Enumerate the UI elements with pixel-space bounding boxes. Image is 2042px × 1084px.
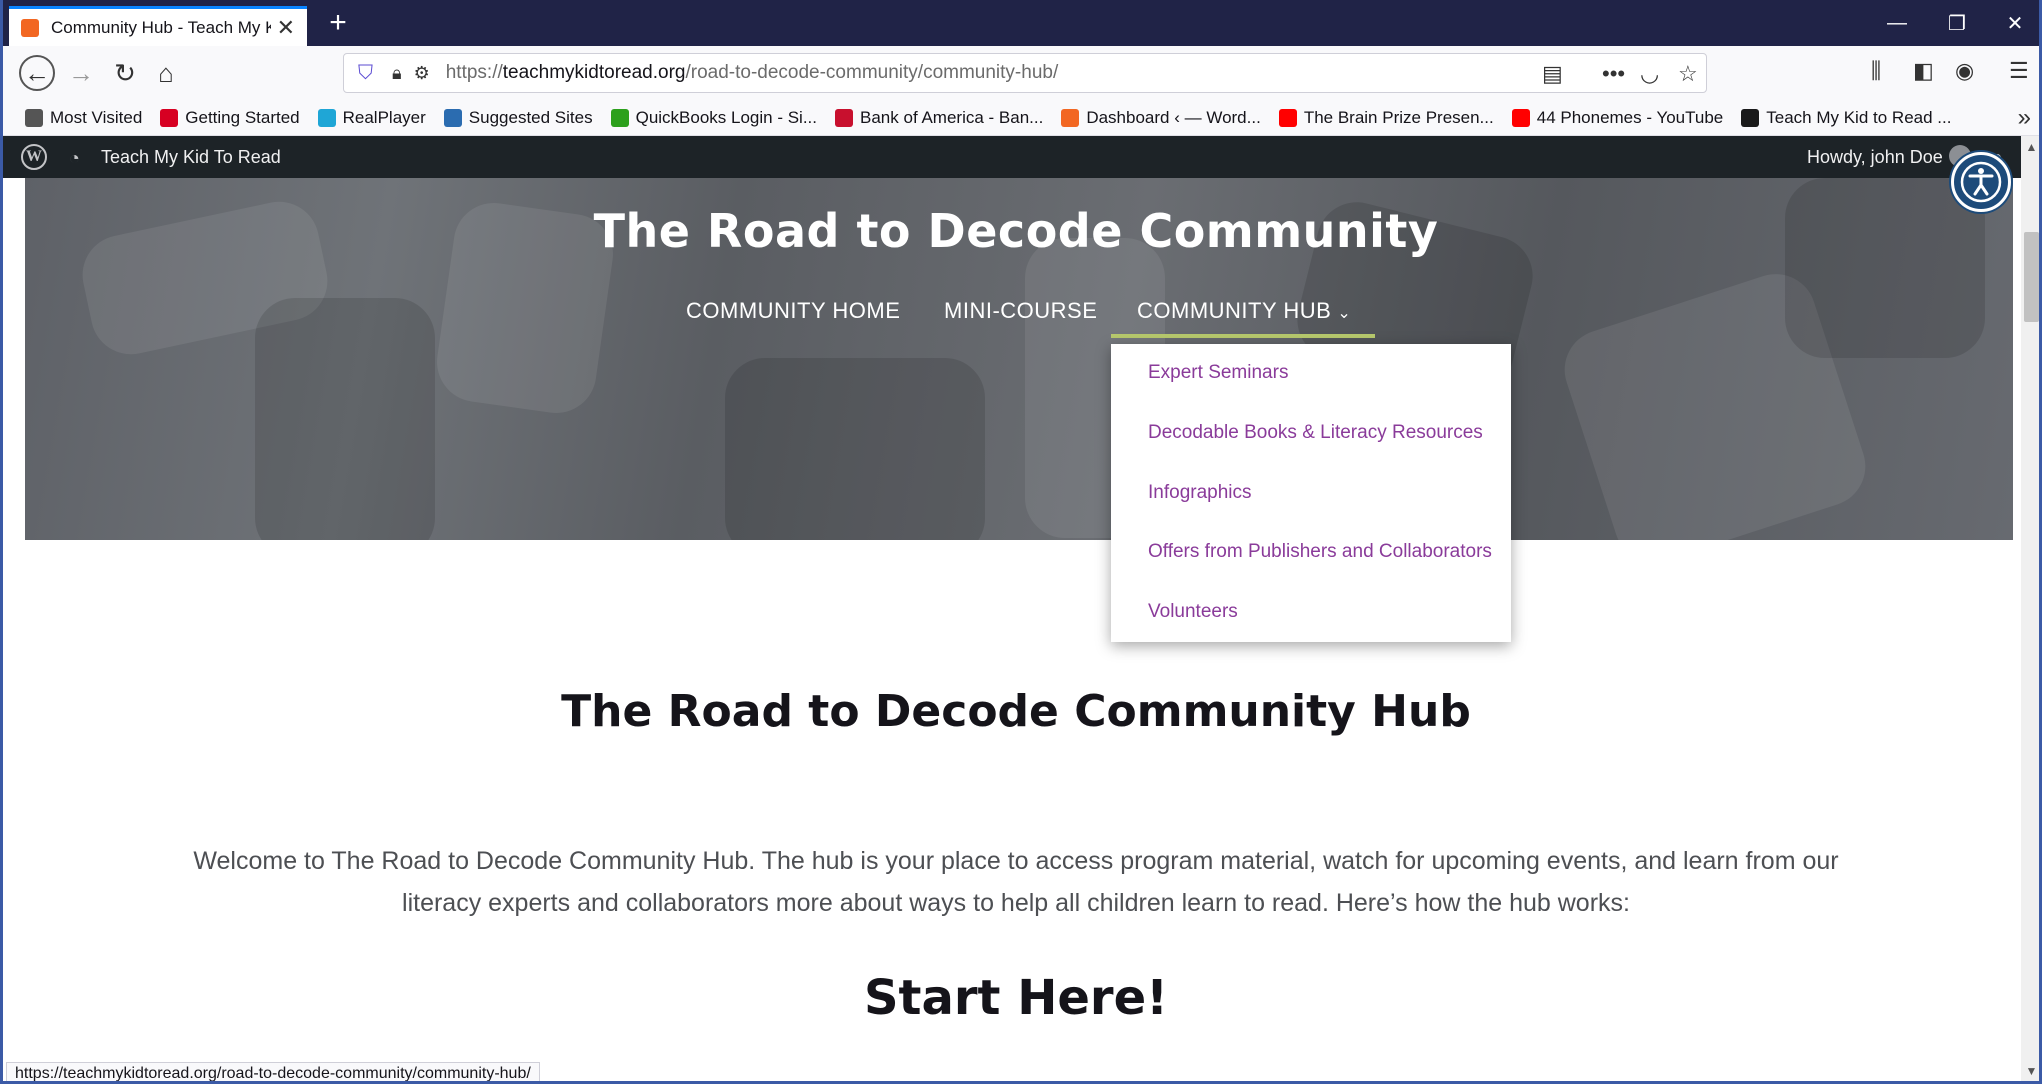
- ie-icon: [443, 108, 462, 127]
- scroll-up-icon[interactable]: ▲: [2021, 140, 2039, 154]
- quickbooks-icon: [610, 108, 629, 127]
- bookmark-item[interactable]: Teach My Kid to Read ...: [1741, 108, 1951, 128]
- nav-mini-course[interactable]: MINI-COURSE: [944, 298, 1097, 324]
- scroll-down-icon[interactable]: ▼: [2021, 1064, 2039, 1078]
- firefox-icon: [160, 108, 179, 127]
- account-icon[interactable]: ◉: [1955, 58, 1974, 84]
- bookmark-star-icon[interactable]: ☆: [1678, 61, 1698, 87]
- chevron-down-icon: ⌄: [1337, 305, 1352, 322]
- page-content: The Road to Decode Community COMMUNITY H…: [11, 178, 2021, 1081]
- gear-icon: [25, 108, 43, 127]
- dropdown-item-volunteers[interactable]: Volunteers: [1148, 601, 1238, 623]
- minimize-icon[interactable]: —: [1867, 0, 1927, 46]
- restore-icon[interactable]: ❐: [1927, 0, 1987, 46]
- bookmark-item[interactable]: Most Visited: [25, 108, 142, 128]
- bookmark-label: Bank of America - Ban...: [860, 107, 1044, 127]
- bookmark-item[interactable]: Getting Started: [160, 107, 300, 128]
- accessibility-widget-icon[interactable]: [1951, 152, 2011, 212]
- bofa-icon: [835, 108, 854, 127]
- bookmark-label: Dashboard ‹ — Word...: [1086, 107, 1261, 127]
- youtube-icon: [1278, 108, 1297, 127]
- dashboard-icon[interactable]: ◔: [69, 148, 80, 169]
- reader-view-icon[interactable]: ▤: [1542, 61, 1563, 87]
- dropdown-item-offers[interactable]: Offers from Publishers and Collaborators: [1148, 541, 1492, 563]
- sidebar-icon[interactable]: ◧: [1913, 58, 1934, 84]
- wp-admin-bar: W ◔ Teach My Kid To Read Howdy, john Doe…: [3, 136, 2039, 178]
- bookmark-label: The Brain Prize Presen...: [1303, 107, 1494, 127]
- bookmarks-overflow-icon[interactable]: »: [2018, 104, 2031, 132]
- bookmark-item[interactable]: Suggested Sites: [443, 107, 593, 128]
- url-text[interactable]: https://teachmykidtoread.org/road-to-dec…: [446, 62, 1059, 84]
- scrollbar-thumb[interactable]: [2024, 232, 2039, 322]
- dropdown-item-infographics[interactable]: Infographics: [1148, 482, 1252, 504]
- page-actions-icon[interactable]: •••: [1602, 61, 1625, 87]
- tab-title: Community Hub - Teach My Kid: [51, 17, 271, 37]
- lock-icon[interactable]: 🔒︎: [392, 63, 402, 84]
- menu-icon[interactable]: ☰: [2009, 58, 2029, 84]
- bookmark-item[interactable]: QuickBooks Login - Si...: [610, 107, 818, 128]
- site-favicon-icon: [21, 18, 39, 37]
- bookmark-label: Most Visited: [50, 107, 143, 127]
- dropdown-item-expert-seminars[interactable]: Expert Seminars: [1148, 362, 1288, 384]
- status-url: https://teachmykidtoread.org/road-to-dec…: [6, 1062, 540, 1081]
- bookmark-label: RealPlayer: [342, 107, 426, 127]
- navigation-toolbar: ← → ↻ ⌂ ⛉ 🔒︎ ⚙ https://teachmykidtoread.…: [3, 46, 2039, 100]
- pocket-icon[interactable]: ◡: [1640, 61, 1659, 87]
- youtube-icon: [1511, 108, 1530, 127]
- wordpress-logo-icon[interactable]: W: [21, 144, 47, 170]
- page-scrollbar[interactable]: ▲ ▼: [2021, 136, 2039, 1081]
- permissions-icon[interactable]: ⚙: [414, 63, 430, 84]
- tab-community-hub[interactable]: Community Hub - Teach My Kid ✕: [9, 6, 307, 46]
- back-button[interactable]: ←: [19, 55, 55, 91]
- dropdown-item-decodable-books[interactable]: Decodable Books & Literacy Resources: [1148, 422, 1483, 444]
- url-bar[interactable]: ⛉ 🔒︎ ⚙ https://teachmykidtoread.org/road…: [343, 53, 1707, 93]
- site-icon: [1741, 108, 1760, 127]
- admin-site-name[interactable]: Teach My Kid To Read: [101, 147, 281, 168]
- browser-window: Community Hub - Teach My Kid ✕ + — ❐ ✕ ←…: [0, 0, 2042, 1084]
- community-hub-dropdown: Expert Seminars Decodable Books & Litera…: [1111, 344, 1511, 642]
- nav-community-hub-label: COMMUNITY HUB: [1137, 298, 1332, 323]
- bookmark-item[interactable]: The Brain Prize Presen...: [1278, 107, 1494, 128]
- bookmark-item[interactable]: 44 Phonemes - YouTube: [1511, 107, 1724, 128]
- home-button[interactable]: ⌂: [148, 55, 184, 91]
- bookmark-item[interactable]: Bank of America - Ban...: [835, 108, 1043, 128]
- realplayer-icon: [317, 108, 336, 127]
- new-tab-button[interactable]: +: [321, 6, 355, 40]
- close-window-icon[interactable]: ✕: [1985, 0, 2039, 46]
- reload-button[interactable]: ↻: [107, 55, 143, 91]
- bookmark-label: Suggested Sites: [468, 107, 593, 127]
- library-icon[interactable]: ⫼: [1871, 58, 1881, 84]
- close-tab-icon[interactable]: ✕: [277, 15, 295, 41]
- bookmark-label: Getting Started: [185, 107, 300, 127]
- nav-community-home[interactable]: COMMUNITY HOME: [686, 298, 900, 324]
- forward-button[interactable]: →: [63, 55, 99, 91]
- bookmark-item[interactable]: RealPlayer: [317, 107, 426, 128]
- intro-paragraph: Welcome to The Road to Decode Community …: [193, 847, 1839, 917]
- start-here-heading: Start Here!: [863, 970, 1169, 1026]
- page-heading: The Road to Decode Community Hub: [561, 686, 1471, 737]
- bookmark-label: 44 Phonemes - YouTube: [1536, 107, 1724, 127]
- tab-strip: Community Hub - Teach My Kid ✕ + — ❐ ✕: [3, 0, 2039, 46]
- site-title[interactable]: The Road to Decode Community: [11, 204, 2021, 258]
- bookmark-label: Teach My Kid to Read ...: [1766, 107, 1952, 127]
- bookmarks-toolbar: Most Visited Getting Started RealPlayer Sug…: [3, 100, 2039, 136]
- nav-community-hub[interactable]: COMMUNITY HUB ⌄: [1111, 298, 1376, 338]
- howdy-user[interactable]: Howdy, john Doe: [1807, 147, 1943, 168]
- bookmark-item[interactable]: Dashboard ‹ — Word...: [1061, 107, 1261, 128]
- site-icon: [1061, 108, 1080, 127]
- bookmark-label: QuickBooks Login - Si...: [635, 107, 818, 127]
- tracking-shield-icon[interactable]: ⛉: [358, 62, 378, 84]
